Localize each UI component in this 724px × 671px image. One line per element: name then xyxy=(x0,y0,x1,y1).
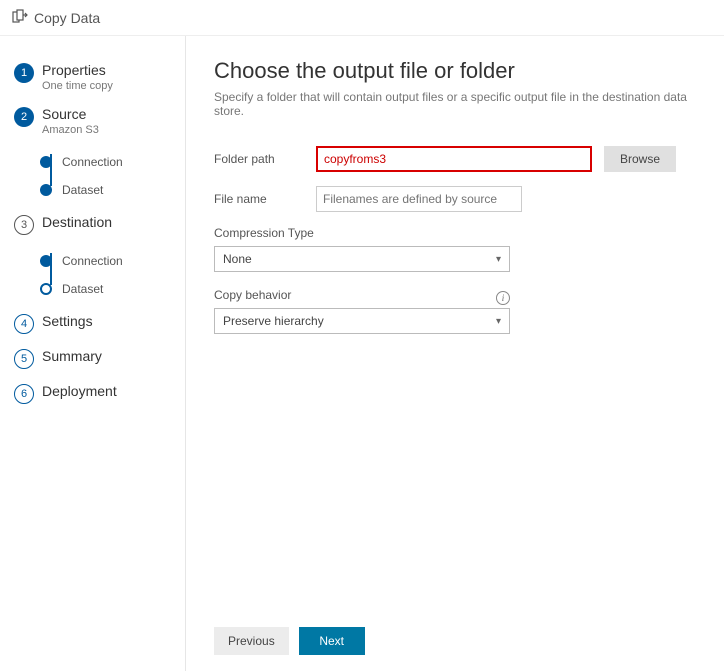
step-source[interactable]: 2 Source Amazon S3 xyxy=(0,100,185,144)
footer-buttons: Previous Next xyxy=(214,627,365,655)
sidebar: 1 Properties One time copy 2 Source Amaz… xyxy=(0,36,186,671)
substep-dot-icon xyxy=(40,156,52,168)
file-name-row: File name xyxy=(214,186,696,212)
step-sublabel: Amazon S3 xyxy=(42,124,99,136)
info-icon[interactable]: i xyxy=(496,291,510,305)
substep-label: Connection xyxy=(62,254,123,268)
step-number: 5 xyxy=(14,349,34,369)
folder-path-label: Folder path xyxy=(214,152,316,166)
step-number: 6 xyxy=(14,384,34,404)
substep-source-dataset[interactable]: Dataset xyxy=(40,176,185,204)
step-summary[interactable]: 5 Summary xyxy=(0,342,185,377)
substep-destination-dataset[interactable]: Dataset xyxy=(40,275,185,303)
page-description: Specify a folder that will contain outpu… xyxy=(214,90,696,118)
copy-behavior-label: Copy behavior xyxy=(214,288,291,302)
step-label: Settings xyxy=(42,313,93,329)
step-label: Deployment xyxy=(42,383,117,399)
substep-destination-connection[interactable]: Connection xyxy=(40,247,185,275)
file-name-label: File name xyxy=(214,192,316,206)
copy-behavior-value: Preserve hierarchy xyxy=(223,314,324,328)
step-deployment[interactable]: 6 Deployment xyxy=(0,377,185,412)
compression-select[interactable]: None ▾ xyxy=(214,246,510,272)
header: Copy Data xyxy=(0,0,724,36)
content-panel: Choose the output file or folder Specify… xyxy=(186,36,724,671)
next-button[interactable]: Next xyxy=(299,627,365,655)
compression-label: Compression Type xyxy=(214,226,696,240)
substep-dot-icon xyxy=(40,283,52,295)
substep-dot-icon xyxy=(40,255,52,267)
step-label: Source xyxy=(42,106,99,122)
step-sublabel: One time copy xyxy=(42,80,113,92)
step-number: 3 xyxy=(14,215,34,235)
source-substeps: Connection Dataset xyxy=(22,144,185,208)
folder-path-input[interactable] xyxy=(316,146,592,172)
chevron-down-icon: ▾ xyxy=(496,254,501,265)
step-number: 4 xyxy=(14,314,34,334)
step-label: Summary xyxy=(42,348,102,364)
substep-source-connection[interactable]: Connection xyxy=(40,148,185,176)
substep-label: Dataset xyxy=(62,282,103,296)
copy-icon xyxy=(12,9,28,26)
step-destination[interactable]: 3 Destination xyxy=(0,208,185,243)
step-properties[interactable]: 1 Properties One time copy xyxy=(0,56,185,100)
header-title: Copy Data xyxy=(34,10,100,26)
previous-button[interactable]: Previous xyxy=(214,627,289,655)
substep-label: Connection xyxy=(62,155,123,169)
chevron-down-icon: ▾ xyxy=(496,316,501,327)
destination-substeps: Connection Dataset xyxy=(22,243,185,307)
step-settings[interactable]: 4 Settings xyxy=(0,307,185,342)
step-label: Properties xyxy=(42,62,113,78)
browse-button[interactable]: Browse xyxy=(604,146,676,172)
file-name-input xyxy=(316,186,522,212)
folder-path-row: Folder path Browse xyxy=(214,146,696,172)
substep-label: Dataset xyxy=(62,183,103,197)
compression-value: None xyxy=(223,252,252,266)
page-title: Choose the output file or folder xyxy=(214,58,696,84)
substep-dot-icon xyxy=(40,184,52,196)
step-number: 1 xyxy=(14,63,34,83)
copy-behavior-select[interactable]: Preserve hierarchy ▾ xyxy=(214,308,510,334)
step-number: 2 xyxy=(14,107,34,127)
step-label: Destination xyxy=(42,214,112,230)
